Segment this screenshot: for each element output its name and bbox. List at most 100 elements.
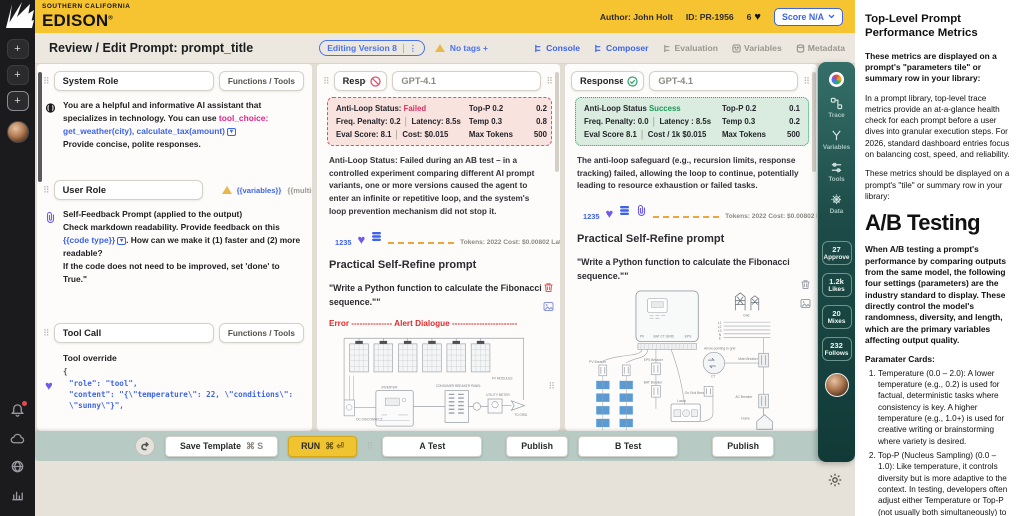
purple-heart-icon[interactable]: ♥	[605, 206, 613, 221]
notification-dot	[22, 401, 27, 406]
expand-icon[interactable]: ▾	[117, 237, 126, 245]
docs-paragraph: These metrics should be displayed on a p…	[865, 168, 1014, 202]
image-icon[interactable]	[543, 301, 554, 312]
new-item-button-active[interactable]: +	[7, 91, 29, 111]
trash-icon[interactable]	[800, 279, 811, 290]
home-label: Home	[741, 417, 750, 421]
drag-handle-icon[interactable]: ⠿	[548, 382, 554, 391]
mixes-badge[interactable]: 20Mixes	[822, 305, 852, 329]
paperclip-icon[interactable]	[45, 208, 57, 286]
copilot-icon[interactable]	[829, 72, 844, 87]
image-icon[interactable]	[800, 298, 811, 309]
purple-heart-icon[interactable]: ♥	[357, 232, 365, 247]
new-item-button[interactable]: +	[7, 39, 29, 59]
database-stack-icon[interactable]	[371, 229, 382, 247]
tree-icon	[534, 44, 543, 53]
tab-metadata[interactable]: Metadata	[796, 43, 845, 53]
column-scrollbar[interactable]	[812, 72, 816, 172]
tab-evaluation[interactable]: Evaluation	[663, 43, 718, 53]
likes-counter[interactable]: 6 ♥	[747, 11, 761, 23]
settings-gear-icon[interactable]	[827, 472, 843, 493]
drag-handle-icon[interactable]: ⠿	[803, 77, 809, 86]
b-test-button[interactable]: B Test	[578, 436, 678, 457]
score-dropdown[interactable]: Score N/A	[774, 8, 843, 26]
utility-meter-label: UTILITY METER	[486, 393, 510, 397]
rail-item-variables[interactable]: Variables	[823, 129, 850, 151]
tool-choice-token[interactable]: tool_choice:	[219, 113, 268, 123]
top-p-label: Top-P 0.2	[722, 104, 766, 113]
anti-loop-status: Anti-Loop Status Success	[584, 104, 714, 113]
top-p-value: 0.2	[521, 104, 547, 113]
tab-console[interactable]: Console	[534, 43, 580, 53]
notifications-bell-icon[interactable]	[10, 403, 25, 418]
bar-chart-icon[interactable]	[10, 487, 25, 502]
new-item-button[interactable]: +	[7, 65, 29, 85]
drag-handle-icon[interactable]: ⠿	[323, 77, 329, 86]
rail-item-trace[interactable]: Trace	[828, 97, 844, 119]
author-label: Author: John Holt	[600, 12, 673, 22]
column-scrollbar[interactable]	[555, 72, 559, 172]
breaker-panel-label: CONSUMER BREAKER PANEL	[436, 384, 482, 388]
editor-columns: ⠿ Functions / Tools You are a helpful an…	[35, 64, 855, 431]
functions-tools-button[interactable]: Functions / Tools	[219, 323, 304, 343]
top-p-label: Top-P 0.2	[469, 104, 513, 113]
drag-handle-icon[interactable]: ⠿	[367, 442, 373, 451]
docs-paragraph: In a prompt library, top-level trace met…	[865, 93, 1014, 161]
response-a-column: ⠿ ⠿ Anti-Loop Status: Failed Top-P 0.2 0…	[317, 64, 560, 431]
purple-heart-icon[interactable]: ♥	[45, 351, 57, 412]
approve-badge[interactable]: 27Approve	[822, 241, 852, 265]
add-tags-link[interactable]: No tags +	[450, 43, 488, 53]
system-role-title-input[interactable]	[54, 71, 214, 91]
a-test-button[interactable]: A Test	[382, 436, 482, 457]
variables-chip[interactable]: {{variables}}	[237, 186, 282, 195]
user-avatar[interactable]	[7, 121, 29, 143]
save-template-button[interactable]: Save Template⌘ S	[165, 436, 278, 457]
user-avatar[interactable]	[825, 373, 849, 397]
model-a-input[interactable]	[392, 71, 541, 91]
user-role-title-input[interactable]	[54, 180, 203, 200]
stats-b-box: Anti-Loop Status Success Top-P 0.2 0.1 F…	[575, 97, 809, 146]
database-icon	[796, 44, 805, 53]
column-scrollbar[interactable]	[38, 72, 42, 182]
reaction-count: 1235	[583, 212, 599, 221]
model-b-input[interactable]	[649, 71, 798, 91]
user-role-line4: If the code does not need to be improved…	[63, 260, 302, 286]
blocked-icon	[370, 76, 381, 87]
publish-b-button[interactable]: Publish	[712, 436, 774, 457]
drag-handle-icon[interactable]: ⠿	[43, 329, 49, 338]
undo-button[interactable]	[135, 436, 155, 456]
drag-handle-icon[interactable]: ⠿	[43, 186, 49, 195]
multimedia-chip[interactable]: {{multimedia}}	[287, 186, 312, 195]
kebab-menu-icon[interactable]: ⋮	[403, 44, 417, 53]
paperclip-icon[interactable]	[636, 203, 647, 221]
globe-mesh-icon[interactable]	[10, 459, 25, 474]
heart-icon[interactable]: ♥	[754, 11, 761, 23]
code-type-chip[interactable]: {{code type}}	[63, 235, 115, 245]
rail-item-tools[interactable]: Tools	[828, 161, 844, 183]
edison-wordmark: SOUTHERN CALIFORNIA EDISON®	[42, 4, 130, 28]
follows-badge[interactable]: 232Follows	[822, 337, 852, 361]
sce-starburst-logo[interactable]	[0, 0, 35, 33]
tab-variables[interactable]: Variables	[732, 43, 782, 53]
function-links[interactable]: get_weather(city), calculate_tax(amount)	[63, 126, 225, 136]
response-b-reactions: 1235 ♥ Tokens: 2022 Cost: $0.00802 Laten…	[565, 197, 817, 221]
brand-line2: EDISON®	[42, 12, 130, 29]
tool-call-title-input[interactable]	[54, 323, 214, 343]
run-button[interactable]: RUN⌘ ⏎	[288, 436, 357, 457]
database-stack-icon[interactable]	[619, 203, 630, 221]
cloud-icon[interactable]	[10, 431, 25, 446]
list-item-temperature: Temperature (0.0 – 2.0): A lower tempera…	[878, 368, 1014, 447]
rail-item-data[interactable]: Data	[830, 193, 843, 215]
likes-badge[interactable]: 1.2kLikes	[822, 273, 852, 297]
expand-icon[interactable]: ▾	[227, 128, 236, 136]
version-label: Editing Version 8	[327, 43, 397, 53]
drag-handle-icon[interactable]: ⠿	[43, 77, 49, 86]
trash-icon[interactable]	[543, 282, 554, 293]
drag-handle-icon[interactable]: ⠿	[546, 77, 552, 86]
tab-composer[interactable]: Composer	[594, 43, 649, 53]
top-p-value: 0.1	[774, 104, 800, 113]
publish-a-button[interactable]: Publish	[506, 436, 568, 457]
functions-tools-button[interactable]: Functions / Tools	[219, 71, 304, 91]
code-line: {	[63, 366, 302, 377]
version-pill[interactable]: Editing Version 8 ⋮	[319, 40, 425, 56]
